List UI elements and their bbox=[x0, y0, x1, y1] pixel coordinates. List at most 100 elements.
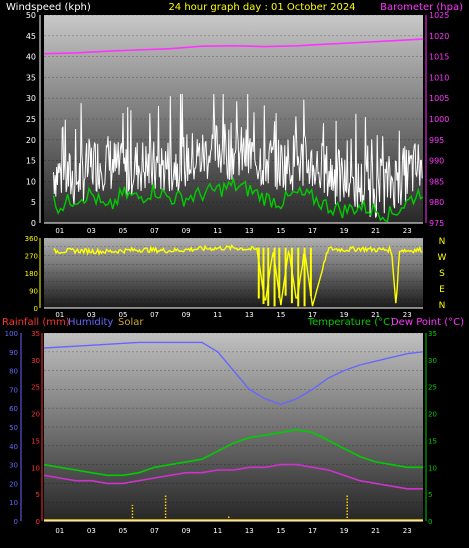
direction-tick-label: 360 bbox=[25, 235, 38, 243]
x-tick-label: 11 bbox=[213, 527, 222, 535]
barometer-tick-label: 1020 bbox=[429, 32, 449, 41]
compass-label: N bbox=[439, 237, 446, 247]
humidity-tick-label: 80 bbox=[9, 368, 18, 376]
compass-label: E bbox=[439, 285, 445, 295]
rain-tick-label: 5 bbox=[36, 491, 40, 499]
barometer-tick-label: 1015 bbox=[429, 53, 449, 62]
direction-tick-label: 90 bbox=[29, 288, 38, 296]
x-tick-label: 07 bbox=[150, 527, 159, 535]
rain-tick-label: 15 bbox=[31, 437, 40, 445]
temperature-tick-label: 0 bbox=[428, 518, 432, 526]
x-tick-label: 17 bbox=[308, 527, 317, 535]
barometer-y-axis: 975 980 985 990 995 1000 1005 1010 1015 1020 1025 bbox=[425, 11, 449, 228]
compass-labels: NWSEN bbox=[438, 237, 447, 311]
x-tick-label: 15 bbox=[276, 527, 285, 535]
temperature-tick-label: 30 bbox=[428, 357, 437, 365]
x-tick-label: 23 bbox=[403, 227, 412, 235]
wind-tick-label: 35 bbox=[26, 73, 36, 82]
x-tick-label: 21 bbox=[371, 227, 380, 235]
direction-tick-label: 180 bbox=[25, 270, 38, 278]
wind-tick-label: 30 bbox=[26, 94, 36, 103]
x-tick-label: 13 bbox=[245, 227, 254, 235]
temperature-tick-label: 15 bbox=[428, 437, 437, 445]
temperature-tick-label: 10 bbox=[428, 464, 437, 472]
x-tick-label: 07 bbox=[150, 227, 159, 235]
temperature-tick-label: 20 bbox=[428, 411, 437, 419]
wind-tick-label: 40 bbox=[26, 53, 36, 62]
wind-tick-label: 5 bbox=[31, 198, 36, 207]
barometer-tick-label: 990 bbox=[429, 157, 444, 166]
direction-y-axis: 0 90 180 270 360 bbox=[25, 235, 41, 313]
x-tick-label: 03 bbox=[87, 311, 96, 319]
rain-tick-label: 25 bbox=[31, 384, 40, 392]
x-tick-label: 19 bbox=[340, 227, 349, 235]
rain-tick-label: 0 bbox=[36, 518, 40, 526]
compass-label: N bbox=[439, 301, 446, 311]
barometer-tick-label: 980 bbox=[429, 198, 444, 207]
humidity-tick-label: 0 bbox=[14, 518, 18, 526]
humidity-tick-label: 20 bbox=[9, 480, 18, 488]
x-tick-label: 19 bbox=[340, 311, 349, 319]
humidity-tick-label: 90 bbox=[9, 349, 18, 357]
humidity-tick-label: 70 bbox=[9, 386, 18, 394]
x-tick-label: 09 bbox=[182, 227, 191, 235]
barometer-tick-label: 995 bbox=[429, 136, 444, 145]
temperature-axis-title: Temperature (°C) bbox=[307, 317, 394, 328]
x-tick-label: 09 bbox=[182, 311, 191, 319]
x-tick-label: 05 bbox=[118, 227, 127, 235]
wind-y-axis: 0 5 10 15 20 25 30 35 40 45 50 bbox=[26, 11, 41, 228]
x-tick-label: 01 bbox=[55, 311, 64, 319]
barometer-tick-label: 975 bbox=[429, 219, 444, 228]
barometer-tick-label: 985 bbox=[429, 177, 444, 186]
rain-tick-label: 30 bbox=[31, 357, 40, 365]
compass-label: W bbox=[438, 253, 447, 263]
x-tick-label: 09 bbox=[182, 527, 191, 535]
wind-tick-label: 10 bbox=[26, 177, 36, 186]
temperature-tick-label: 25 bbox=[428, 384, 437, 392]
x-tick-label: 05 bbox=[118, 311, 127, 319]
x-tick-label: 21 bbox=[371, 527, 380, 535]
weather-graph: Windspeed (kph) 24 hour graph day : 01 O… bbox=[2, 2, 464, 535]
x-tick-label: 11 bbox=[213, 311, 222, 319]
barometer-tick-label: 1005 bbox=[429, 94, 449, 103]
wind-tick-label: 25 bbox=[26, 115, 36, 124]
x-tick-label: 23 bbox=[403, 527, 412, 535]
wind-tick-label: 45 bbox=[26, 32, 36, 41]
x-tick-label: 05 bbox=[118, 527, 127, 535]
x-tick-label: 15 bbox=[276, 311, 285, 319]
humidity-tick-label: 30 bbox=[9, 462, 18, 470]
wind-tick-label: 15 bbox=[26, 157, 36, 166]
humidity-tick-label: 60 bbox=[9, 405, 18, 413]
temperature-tick-label: 35 bbox=[428, 330, 437, 338]
wind-tick-label: 50 bbox=[26, 11, 36, 20]
x-tick-label: 01 bbox=[55, 527, 64, 535]
wind-tick-label: 20 bbox=[26, 136, 36, 145]
x-tick-label: 21 bbox=[371, 311, 380, 319]
x-tick-label: 17 bbox=[308, 227, 317, 235]
compass-label: S bbox=[439, 269, 445, 279]
rain-tick-label: 20 bbox=[31, 411, 40, 419]
humidity-tick-label: 100 bbox=[5, 330, 18, 338]
barometer-tick-label: 1000 bbox=[429, 115, 449, 124]
x-tick-label: 11 bbox=[213, 227, 222, 235]
humidity-tick-label: 50 bbox=[9, 424, 18, 432]
x-tick-label: 13 bbox=[245, 311, 254, 319]
x-tick-label: 17 bbox=[308, 311, 317, 319]
x-tick-label: 23 bbox=[403, 311, 412, 319]
barometer-axis-title: Barometer (hpa) bbox=[380, 2, 463, 13]
barometer-tick-label: 1025 bbox=[429, 11, 449, 20]
rain-tick-label: 10 bbox=[31, 464, 40, 472]
humidity-tick-label: 10 bbox=[9, 499, 18, 507]
rain-tick-label: 35 bbox=[31, 330, 40, 338]
x-tick-label: 03 bbox=[87, 527, 96, 535]
x-tick-label: 03 bbox=[87, 227, 96, 235]
direction-tick-label: 270 bbox=[25, 253, 38, 261]
wind-tick-label: 0 bbox=[31, 219, 36, 228]
x-tick-label: 19 bbox=[340, 527, 349, 535]
temperature-tick-label: 5 bbox=[428, 491, 432, 499]
x-tick-label: 15 bbox=[276, 227, 285, 235]
direction-tick-label: 0 bbox=[34, 305, 38, 313]
x-tick-label: 01 bbox=[55, 227, 64, 235]
wind-axis-title: Windspeed (kph) bbox=[6, 2, 91, 13]
barometer-tick-label: 1010 bbox=[429, 73, 449, 82]
